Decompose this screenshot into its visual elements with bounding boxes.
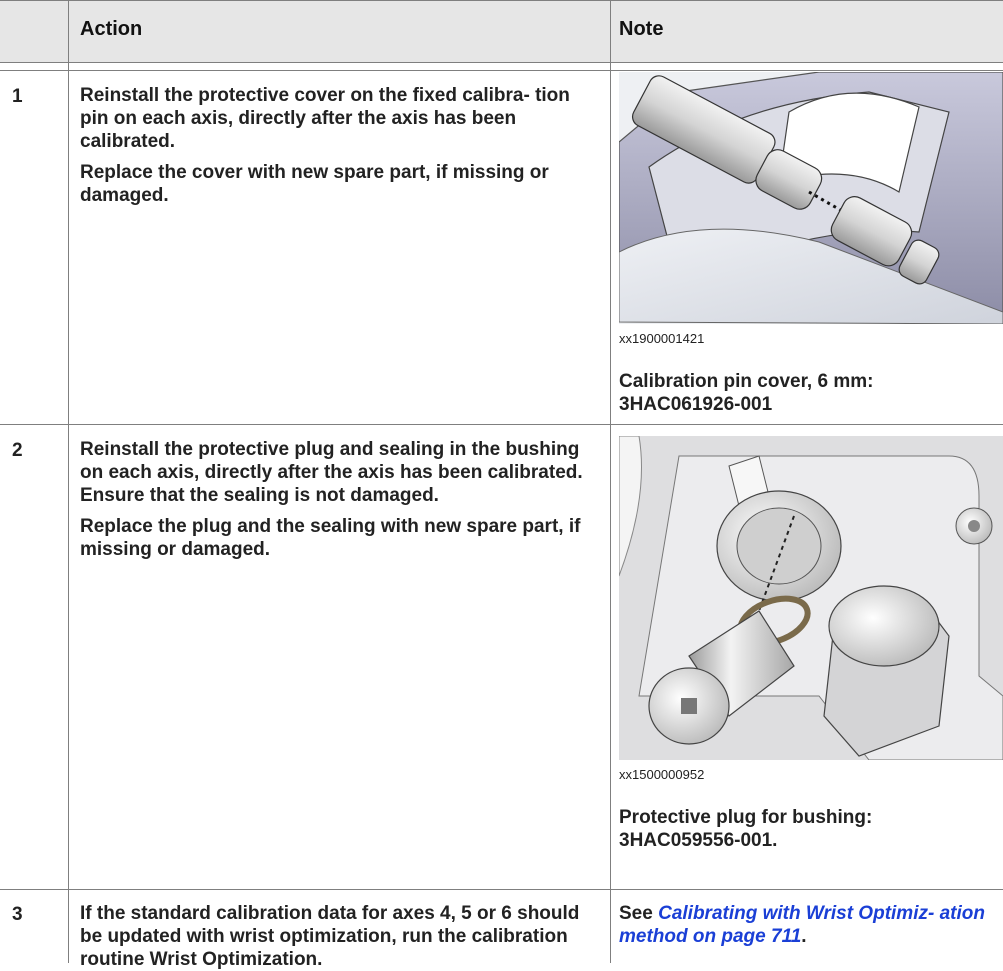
note-cell: Calibration pin cover, 6 mm: 3HAC061926-… xyxy=(619,370,989,416)
action-paragraph: Replace the cover with new spare part, i… xyxy=(80,162,549,206)
note-line: Protective plug for bushing: xyxy=(619,807,873,828)
action-cell: If the standard calibration data for axe… xyxy=(80,902,602,971)
note-cell: See Calibrating with Wrist Optimiz- atio… xyxy=(619,902,995,948)
action-cell: Reinstall the protective plug and sealin… xyxy=(80,438,602,569)
header-action: Action xyxy=(80,18,143,40)
note-text-end: . xyxy=(801,926,807,947)
action-paragraph: Replace the plug and the sealing with ne… xyxy=(80,516,581,560)
see-text: See xyxy=(619,903,659,924)
action-paragraph: Reinstall the protective plug and sealin… xyxy=(80,439,583,506)
protective-plug-image xyxy=(619,436,1003,760)
calibration-pin-cover-image xyxy=(619,72,1003,324)
routine-name: Wrist Optimization xyxy=(149,949,318,970)
note-cell: Protective plug for bushing: 3HAC059556-… xyxy=(619,806,989,852)
image-id: xx1500000952 xyxy=(619,767,705,782)
row-number: 2 xyxy=(12,440,23,461)
part-number: 3HAC061926-001 xyxy=(619,394,773,415)
header-note: Note xyxy=(619,18,664,40)
row-number: 3 xyxy=(12,904,23,925)
row-number: 1 xyxy=(12,86,23,107)
image-id: xx1900001421 xyxy=(619,331,705,346)
table-header: Action Note xyxy=(0,0,1003,62)
note-line: Calibration pin cover, 6 mm: xyxy=(619,371,874,392)
action-cell: Reinstall the protective cover on the fi… xyxy=(80,84,602,215)
procedure-table: Action Note 1 Reinstall the protective c… xyxy=(0,0,1003,970)
action-text-end: . xyxy=(317,949,323,970)
action-paragraph: Reinstall the protective cover on the fi… xyxy=(80,85,570,152)
part-number: 3HAC059556-001. xyxy=(619,830,778,851)
